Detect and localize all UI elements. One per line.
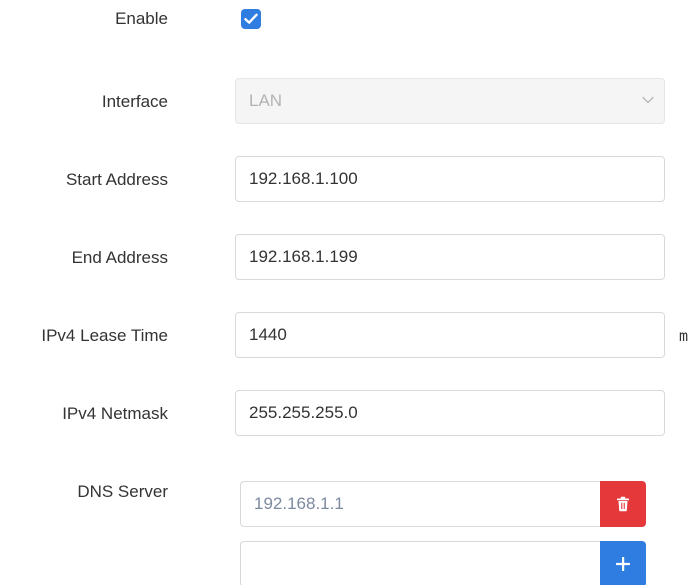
end-address-input[interactable]: 192.168.1.199 — [235, 234, 665, 280]
interface-select-value: LAN — [249, 91, 283, 110]
dhcp-settings-form: Enable Interface LAN Start Address 192.1… — [0, 0, 691, 585]
lease-time-unit: m — [679, 327, 689, 345]
interface-select[interactable]: LAN — [235, 78, 665, 124]
netmask-label: IPv4 Netmask — [62, 404, 168, 423]
trash-icon — [617, 496, 629, 512]
lease-time-input[interactable]: 1440 — [235, 312, 665, 358]
dns-server-new-input[interactable] — [240, 541, 600, 585]
delete-dns-button[interactable] — [600, 481, 646, 527]
start-address-input[interactable]: 192.168.1.100 — [235, 156, 665, 202]
enable-label: Enable — [115, 9, 168, 28]
enable-checkbox[interactable] — [241, 9, 261, 29]
dns-server-entry: 192.168.1.1 — [240, 481, 646, 527]
plus-icon — [616, 557, 630, 571]
dns-server-input[interactable]: 192.168.1.1 — [240, 481, 600, 527]
start-address-label: Start Address — [65, 170, 168, 189]
dns-server-label: DNS Server — [77, 482, 168, 501]
add-dns-button[interactable] — [600, 541, 646, 585]
lease-time-label: IPv4 Lease Time — [41, 326, 168, 345]
end-address-label: End Address — [71, 248, 168, 267]
check-icon — [244, 13, 258, 24]
interface-label: Interface — [101, 92, 168, 111]
netmask-input[interactable]: 255.255.255.0 — [235, 390, 665, 436]
chevron-down-icon — [642, 96, 654, 104]
dns-server-new-entry — [240, 541, 646, 585]
